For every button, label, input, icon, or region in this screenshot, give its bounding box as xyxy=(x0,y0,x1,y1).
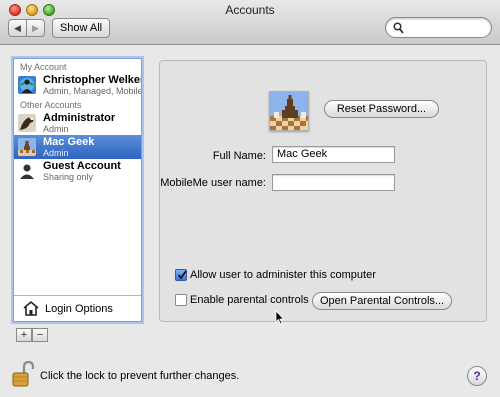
account-subtitle: Admin xyxy=(43,148,69,158)
add-account-button[interactable]: + xyxy=(16,328,32,342)
lock-icon[interactable] xyxy=(12,361,34,387)
house-icon xyxy=(23,300,39,316)
account-detail-panel xyxy=(159,60,487,322)
back-forward-control: ◀ ▶ xyxy=(8,19,45,37)
remove-account-button[interactable]: − xyxy=(32,328,48,342)
user-picture-chess-icon[interactable] xyxy=(269,91,309,131)
account-name: Administrator xyxy=(43,112,116,124)
search-icon xyxy=(393,22,404,34)
checkmark-icon xyxy=(177,270,187,280)
account-christopher-welker[interactable]: Christopher Welker Admin, Managed, Mobil… xyxy=(14,73,141,97)
window-titlebar: Accounts ◀ ▶ Show All xyxy=(0,0,500,45)
account-name: Christopher Welker xyxy=(43,74,142,86)
lock-status-text: Click the lock to prevent further change… xyxy=(40,370,240,382)
chess-icon xyxy=(18,138,36,156)
account-name: Mac Geek xyxy=(43,136,95,148)
window-title: Accounts xyxy=(225,3,275,17)
my-account-header: My Account xyxy=(20,62,67,72)
account-mac-geek[interactable]: Mac Geek Admin xyxy=(14,135,141,159)
search-input[interactable] xyxy=(385,17,492,38)
account-subtitle: Sharing only xyxy=(43,172,94,182)
account-guest[interactable]: Guest Account Sharing only xyxy=(14,159,141,183)
mobileme-field[interactable] xyxy=(272,174,395,191)
other-accounts-header: Other Accounts xyxy=(20,100,82,110)
account-subtitle: Admin xyxy=(43,124,69,134)
eagle-icon xyxy=(18,114,36,132)
account-name: Guest Account xyxy=(43,160,121,172)
parental-controls-label: Enable parental controls xyxy=(190,294,309,306)
account-subtitle: Admin, Managed, Mobile xyxy=(43,86,142,96)
silhouette-icon xyxy=(18,162,36,180)
login-options-label: Login Options xyxy=(45,303,113,315)
allow-admin-label: Allow user to administer this computer xyxy=(190,269,376,281)
parental-controls-checkbox[interactable] xyxy=(175,294,187,306)
mouse-pointer-icon xyxy=(275,310,285,325)
help-button[interactable]: ? xyxy=(467,366,487,386)
login-options-item[interactable]: Login Options xyxy=(14,295,141,321)
allow-admin-checkbox[interactable] xyxy=(175,269,187,281)
globe-user-icon xyxy=(18,76,36,94)
account-administrator[interactable]: Administrator Admin xyxy=(14,111,141,135)
full-name-field[interactable]: Mac Geek xyxy=(272,146,395,163)
full-name-label: Full Name: xyxy=(212,150,266,162)
open-parental-controls-button[interactable]: Open Parental Controls... xyxy=(312,292,452,310)
reset-password-button[interactable]: Reset Password... xyxy=(324,100,439,118)
forward-arrow-icon[interactable]: ▶ xyxy=(26,20,44,36)
mobileme-label: MobileMe user name: xyxy=(160,177,266,189)
show-all-button[interactable]: Show All xyxy=(52,18,110,38)
accounts-list[interactable]: My Account Christopher Welker Admin, Man… xyxy=(13,58,142,322)
back-arrow-icon[interactable]: ◀ xyxy=(9,20,26,36)
